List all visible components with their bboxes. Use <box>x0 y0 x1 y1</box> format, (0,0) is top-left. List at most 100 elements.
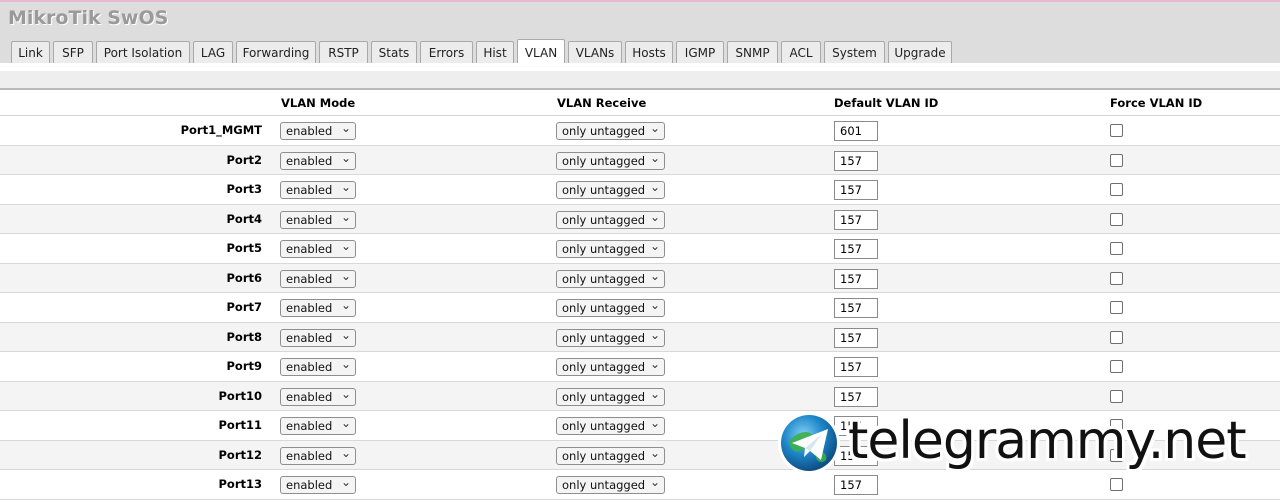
vlan-receive-select[interactable]: only untagged ⌄ <box>556 445 665 465</box>
tab-port-isolation[interactable]: Port Isolation <box>96 41 190 63</box>
tab-hosts[interactable]: Hosts <box>625 41 673 63</box>
default-vlan-id-input[interactable]: 157 <box>834 268 878 289</box>
vlan-mode-select[interactable]: enabled ⌄ <box>280 475 356 494</box>
tab-underline <box>0 63 1280 71</box>
table-row: Port10 enabled ⌄ only untagged ⌄ 157 <box>0 381 1280 411</box>
tab-snmp[interactable]: SNMP <box>727 41 778 63</box>
vlan-receive-value: only untagged <box>562 124 646 138</box>
vlan-mode-select[interactable]: enabled ⌄ <box>280 387 356 406</box>
vlan-receive-value: only untagged <box>562 271 646 286</box>
chevron-down-icon: ⌄ <box>340 298 351 312</box>
default-vlan-id-input[interactable]: 157 <box>834 239 878 259</box>
telegram-globe-icon <box>778 412 840 474</box>
port-name: Port9 <box>226 359 263 373</box>
chevron-down-icon: ⌄ <box>649 121 660 135</box>
force-vlan-id-checkbox[interactable] <box>1110 271 1123 285</box>
vlan-receive-select[interactable]: only untagged ⌄ <box>556 416 665 435</box>
tab-sfp[interactable]: SFP <box>53 41 93 63</box>
vlan-receive-select[interactable]: only untagged ⌄ <box>556 298 665 317</box>
chevron-down-icon: ⌄ <box>340 121 351 135</box>
chevron-down-icon: ⌄ <box>649 209 660 224</box>
vlan-mode-select[interactable]: enabled ⌄ <box>280 446 356 465</box>
force-vlan-id-checkbox[interactable] <box>1110 183 1123 196</box>
vlan-receive-select[interactable]: only untagged ⌄ <box>556 387 665 406</box>
tab-vlan[interactable]: VLAN <box>517 39 565 65</box>
vlan-receive-select[interactable]: only untagged ⌄ <box>556 328 665 347</box>
vlan-receive-value: only untagged <box>562 330 646 345</box>
tab-acl[interactable]: ACL <box>781 41 821 63</box>
tab-system[interactable]: System <box>824 41 885 63</box>
vlan-receive-select[interactable]: only untagged ⌄ <box>556 239 665 258</box>
vlan-mode-select[interactable]: enabled ⌄ <box>280 357 356 376</box>
force-vlan-id-checkbox[interactable] <box>1110 360 1123 373</box>
port-name: Port10 <box>218 388 262 403</box>
force-vlan-id-checkbox[interactable] <box>1110 124 1123 137</box>
chevron-down-icon: ⌄ <box>340 268 351 283</box>
watermark-text: telegrammy.net <box>848 411 1247 471</box>
force-vlan-id-checkbox[interactable] <box>1110 389 1123 403</box>
default-vlan-id-input[interactable]: 157 <box>834 150 878 171</box>
vlan-mode-select[interactable]: enabled ⌄ <box>280 150 356 170</box>
default-vlan-id-input[interactable]: 157 <box>834 180 878 200</box>
vlan-receive-select[interactable]: only untagged ⌄ <box>556 475 665 494</box>
vlan-receive-value: only untagged <box>562 183 646 197</box>
default-vlan-id-input[interactable]: 157 <box>834 209 878 230</box>
vlan-receive-select[interactable]: only untagged ⌄ <box>556 150 665 170</box>
tab-errors[interactable]: Errors <box>420 41 473 63</box>
chevron-down-icon: ⌄ <box>649 150 660 165</box>
table-row: Port7 enabled ⌄ only untagged ⌄ 157 <box>0 293 1280 323</box>
default-vlan-id-input[interactable]: 157 <box>834 298 878 318</box>
vlan-mode-select[interactable]: enabled ⌄ <box>280 298 356 317</box>
vlan-receive-select[interactable]: only untagged ⌄ <box>556 269 665 288</box>
chevron-down-icon: ⌄ <box>649 445 660 460</box>
force-vlan-id-checkbox[interactable] <box>1110 301 1123 314</box>
tab-lag[interactable]: LAG <box>193 41 233 63</box>
default-vlan-id-input[interactable]: 157 <box>834 386 878 407</box>
force-vlan-id-checkbox[interactable] <box>1110 153 1123 167</box>
tab-link[interactable]: Link <box>11 41 50 63</box>
vlan-mode-select[interactable]: enabled ⌄ <box>280 268 356 288</box>
chevron-down-icon: ⌄ <box>340 327 351 342</box>
tab-vlans[interactable]: VLANs <box>568 41 622 63</box>
chevron-down-icon: ⌄ <box>340 180 351 194</box>
chevron-down-icon: ⌄ <box>649 298 660 312</box>
vlan-receive-select[interactable]: only untagged ⌄ <box>556 180 665 199</box>
tab-upgrade[interactable]: Upgrade <box>888 41 952 63</box>
port-name: Port12 <box>218 447 262 462</box>
vlan-mode-select[interactable]: enabled ⌄ <box>280 180 356 199</box>
vlan-mode-value: enabled <box>286 448 333 463</box>
port-name: Port3 <box>226 182 263 196</box>
vlan-receive-value: only untagged <box>562 360 646 374</box>
vlan-mode-value: enabled <box>286 183 333 197</box>
chevron-down-icon: ⌄ <box>649 475 660 489</box>
vlan-mode-select[interactable]: enabled ⌄ <box>280 210 356 229</box>
vlan-receive-select[interactable]: only untagged ⌄ <box>556 357 665 376</box>
chevron-down-icon: ⌄ <box>340 150 351 165</box>
vlan-mode-value: enabled <box>286 330 333 345</box>
vlan-receive-select[interactable]: only untagged ⌄ <box>556 121 665 140</box>
tab-forwarding[interactable]: Forwarding <box>236 41 316 63</box>
default-vlan-id-input[interactable]: 601 <box>834 121 878 141</box>
force-vlan-id-checkbox[interactable] <box>1110 330 1123 344</box>
tab-rstp[interactable]: RSTP <box>319 41 368 63</box>
tab-igmp[interactable]: IGMP <box>676 41 724 63</box>
vlan-mode-select[interactable]: enabled ⌄ <box>280 121 356 140</box>
tab-stats[interactable]: Stats <box>371 41 417 63</box>
vlan-mode-select[interactable]: enabled ⌄ <box>280 327 356 347</box>
default-vlan-id-input[interactable]: 157 <box>834 327 878 348</box>
force-vlan-id-checkbox[interactable] <box>1110 212 1123 226</box>
chevron-down-icon: ⌄ <box>340 416 351 430</box>
vlan-mode-value: enabled <box>286 478 333 492</box>
col-vlan-mode: VLAN Mode <box>281 96 356 110</box>
vlan-mode-value: enabled <box>286 271 333 286</box>
force-vlan-id-checkbox[interactable] <box>1110 242 1123 255</box>
chevron-down-icon: ⌄ <box>649 357 660 371</box>
vlan-receive-select[interactable]: only untagged ⌄ <box>556 209 665 229</box>
vlan-mode-select[interactable]: enabled ⌄ <box>280 239 356 258</box>
default-vlan-id-input[interactable]: 157 <box>834 357 878 377</box>
vlan-mode-select[interactable]: enabled ⌄ <box>280 416 356 435</box>
watermark: telegrammy.net <box>776 410 1266 480</box>
vlan-mode-value: enabled <box>286 124 333 138</box>
tab-hist[interactable]: Hist <box>476 41 514 63</box>
port-name: Port1_MGMT <box>180 123 262 137</box>
